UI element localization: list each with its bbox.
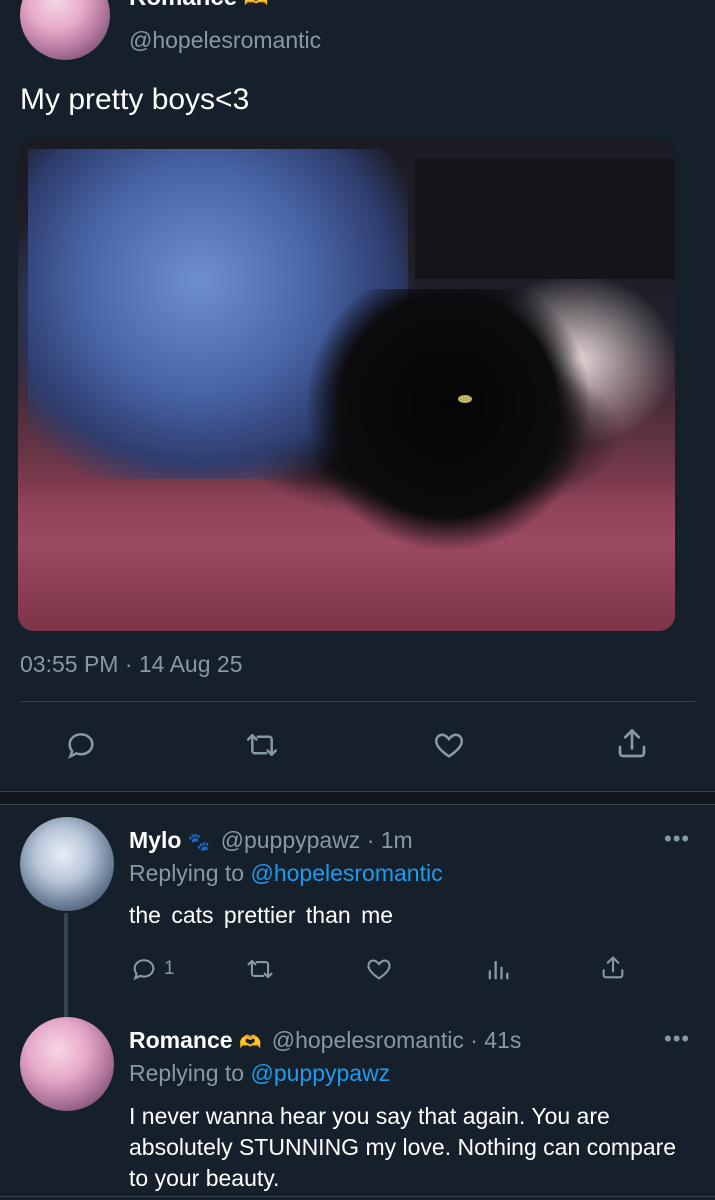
reply-avatar[interactable] [20,1017,114,1111]
reply-action-reply[interactable]: 1 [130,955,175,983]
reply-display-name[interactable]: Mylo [129,827,181,853]
section-separator [0,791,715,805]
replying-to-line: Replying to @puppypawz [129,1060,390,1087]
thread-line [64,913,68,1018]
heart-hands-icon: 🫶 [244,0,269,10]
heart-hands-icon: 🫶 [238,1032,262,1052]
reply-time[interactable]: · 1m [367,827,413,853]
photo-cat [308,289,588,549]
reply-time[interactable]: · 41s [470,1027,521,1053]
photo-dresser [415,159,675,279]
reply-text: the cats prettier than me [129,902,394,928]
retweet-icon[interactable] [244,728,280,762]
reply-count: 1 [164,958,175,979]
tweet-timestamp[interactable]: 03:55 PM · 14 Aug 25 [20,651,243,678]
reply-text: I never wanna hear you say that again. Y… [129,1103,677,1191]
more-options-icon[interactable]: ••• [664,826,690,852]
reply-display-name[interactable]: Romance [129,1027,233,1053]
replying-to-handle[interactable]: @hopelesromantic [250,860,442,886]
reply-icon[interactable] [64,728,98,762]
more-options-icon[interactable]: ••• [664,1026,690,1052]
share-icon[interactable] [599,954,627,982]
replying-to-label: Replying to [129,860,245,886]
tweet-text: My pretty boys<3 [20,83,250,116]
reply-avatar[interactable] [20,817,114,911]
author-avatar[interactable] [20,0,110,60]
reply-icon [130,955,158,983]
replying-to-handle[interactable]: @puppypawz [250,1060,390,1086]
heart-icon[interactable] [364,955,394,983]
author-name: Romance [129,0,237,11]
replying-to-line: Replying to @hopelesromantic [129,860,443,887]
tweet-photo[interactable] [18,139,675,631]
heart-icon[interactable] [431,728,467,762]
analytics-icon[interactable] [484,955,512,983]
replying-to-label: Replying to [129,1060,245,1086]
author-display-name[interactable]: Romance 🫶 [129,0,269,12]
author-handle[interactable]: @hopelesromantic [129,27,321,54]
share-icon[interactable] [614,726,650,762]
reply-handle[interactable]: @hopelesromantic [272,1027,464,1053]
divider-top [20,701,695,702]
photo-cat-eye [458,395,472,403]
reply-handle[interactable]: @puppypawz [221,827,361,853]
paw-badge-icon: 🐾 [187,832,211,852]
reply-header: Romance 🫶 @hopelesromantic · 41s [129,1027,521,1054]
reply-header: Mylo 🐾 @puppypawz · 1m [129,827,413,854]
divider-bottom [0,1196,715,1197]
retweet-icon[interactable] [245,955,275,983]
